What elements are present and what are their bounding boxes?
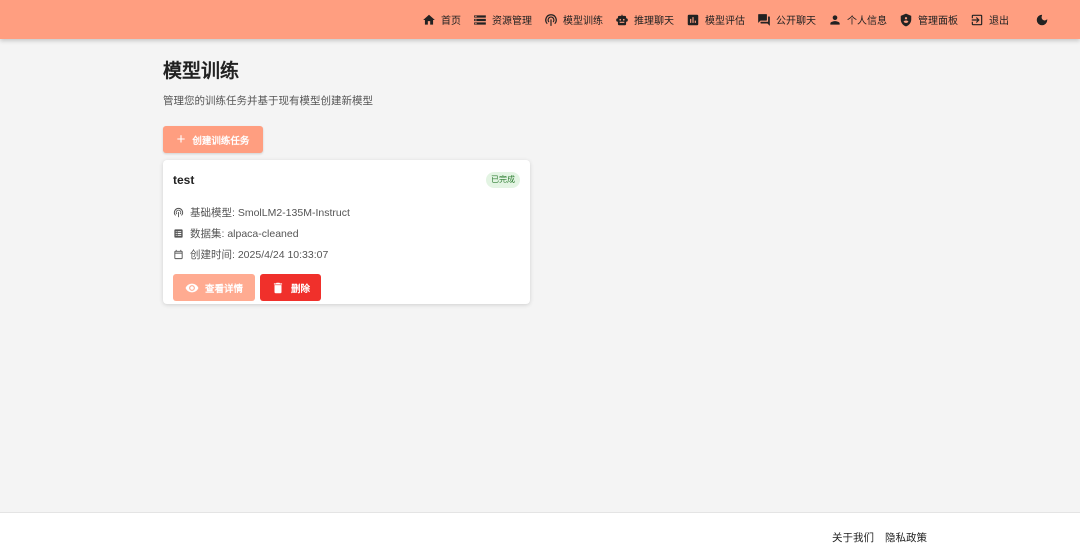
chart-icon: [687, 14, 699, 25]
base-model-row: 基础模型: SmolLM2-135M-Instruct: [173, 202, 520, 223]
nav-item-label: 退出: [989, 16, 1009, 27]
nav-item-label: 公开聊天: [776, 16, 816, 27]
nav-item-evaluation[interactable]: 模型评估: [680, 0, 751, 39]
task-name: test: [173, 173, 195, 187]
delete-button[interactable]: 删除: [260, 274, 321, 301]
admin-shield-icon: [900, 13, 912, 26]
training-task-card: test 已完成 基础模型: SmolLM2-135M-Instruct 数据集…: [163, 160, 530, 304]
view-details-button[interactable]: 查看详情: [173, 274, 255, 301]
status-badge: 已完成: [486, 172, 520, 188]
nav-item-label: 模型训练: [563, 16, 603, 27]
logout-icon: [971, 14, 983, 25]
top-navbar: 首页 资源管理 模型训练 推理聊天 模型评估 公开聊天 个人信息 管理面板 退出: [0, 0, 1080, 39]
nav-item-label: 首页: [441, 16, 461, 27]
robot-icon: [616, 14, 628, 25]
delete-label: 删除: [290, 283, 310, 295]
task-info: 基础模型: SmolLM2-135M-Instruct 数据集: alpaca-…: [173, 202, 520, 265]
plus-icon: +: [176, 131, 186, 148]
page-subtitle: 管理您的训练任务并基于现有模型创建新模型: [163, 95, 373, 107]
nav-item-home[interactable]: 首页: [416, 0, 467, 39]
created-time-row: 创建时间: 2025/4/24 10:33:07: [173, 244, 520, 265]
calendar-icon: [174, 249, 183, 260]
person-icon: [830, 14, 840, 25]
create-button-label: 创建训练任务: [192, 135, 250, 147]
view-details-label: 查看详情: [204, 283, 243, 295]
nav-item-label: 资源管理: [492, 16, 532, 27]
dataset-row: 数据集: alpaca-cleaned: [173, 223, 520, 244]
card-actions: 查看详情 删除: [173, 274, 520, 301]
trash-icon: [273, 282, 283, 293]
dataset-text: 数据集: alpaca-cleaned: [190, 228, 299, 240]
footer: 关于我们 隐私政策: [0, 512, 1080, 557]
created-time-text: 创建时间: 2025/4/24 10:33:07: [190, 249, 329, 261]
moon-icon: [1036, 14, 1048, 25]
theme-toggle-button[interactable]: [1029, 0, 1060, 39]
card-header: test 已完成: [173, 172, 520, 188]
nav-item-label: 推理聊天: [634, 16, 674, 27]
nav-menu: 首页 资源管理 模型训练 推理聊天 模型评估 公开聊天 个人信息 管理面板 退出: [416, 0, 1060, 39]
footer-links: 关于我们 隐私政策: [832, 530, 938, 545]
training-icon: [545, 13, 557, 26]
about-us-link[interactable]: 关于我们: [832, 530, 874, 545]
main-content: 模型训练 管理您的训练任务并基于现有模型创建新模型 + 创建训练任务: [163, 56, 923, 153]
nav-item-training[interactable]: 模型训练: [538, 0, 609, 39]
eye-icon: [185, 283, 199, 292]
nav-item-label: 管理面板: [918, 16, 958, 27]
nav-item-logout[interactable]: 退出: [964, 0, 1015, 39]
create-training-task-button[interactable]: + 创建训练任务: [163, 126, 263, 153]
storage-icon: [474, 14, 486, 25]
privacy-policy-link[interactable]: 隐私政策: [885, 530, 927, 545]
page-title: 模型训练: [163, 61, 240, 82]
nav-item-resources[interactable]: 资源管理: [467, 0, 538, 39]
nav-item-inference-chat[interactable]: 推理聊天: [609, 0, 680, 39]
nav-item-public-chat[interactable]: 公开聊天: [751, 0, 822, 39]
model-icon: [173, 207, 184, 218]
nav-item-label: 模型评估: [705, 16, 745, 27]
nav-item-profile[interactable]: 个人信息: [822, 0, 893, 39]
home-icon: [423, 14, 435, 25]
nav-item-label: 个人信息: [847, 16, 887, 27]
forum-icon: [758, 13, 770, 26]
nav-item-admin[interactable]: 管理面板: [893, 0, 964, 39]
base-model-text: 基础模型: SmolLM2-135M-Instruct: [190, 207, 350, 219]
dataset-icon: [174, 229, 183, 238]
